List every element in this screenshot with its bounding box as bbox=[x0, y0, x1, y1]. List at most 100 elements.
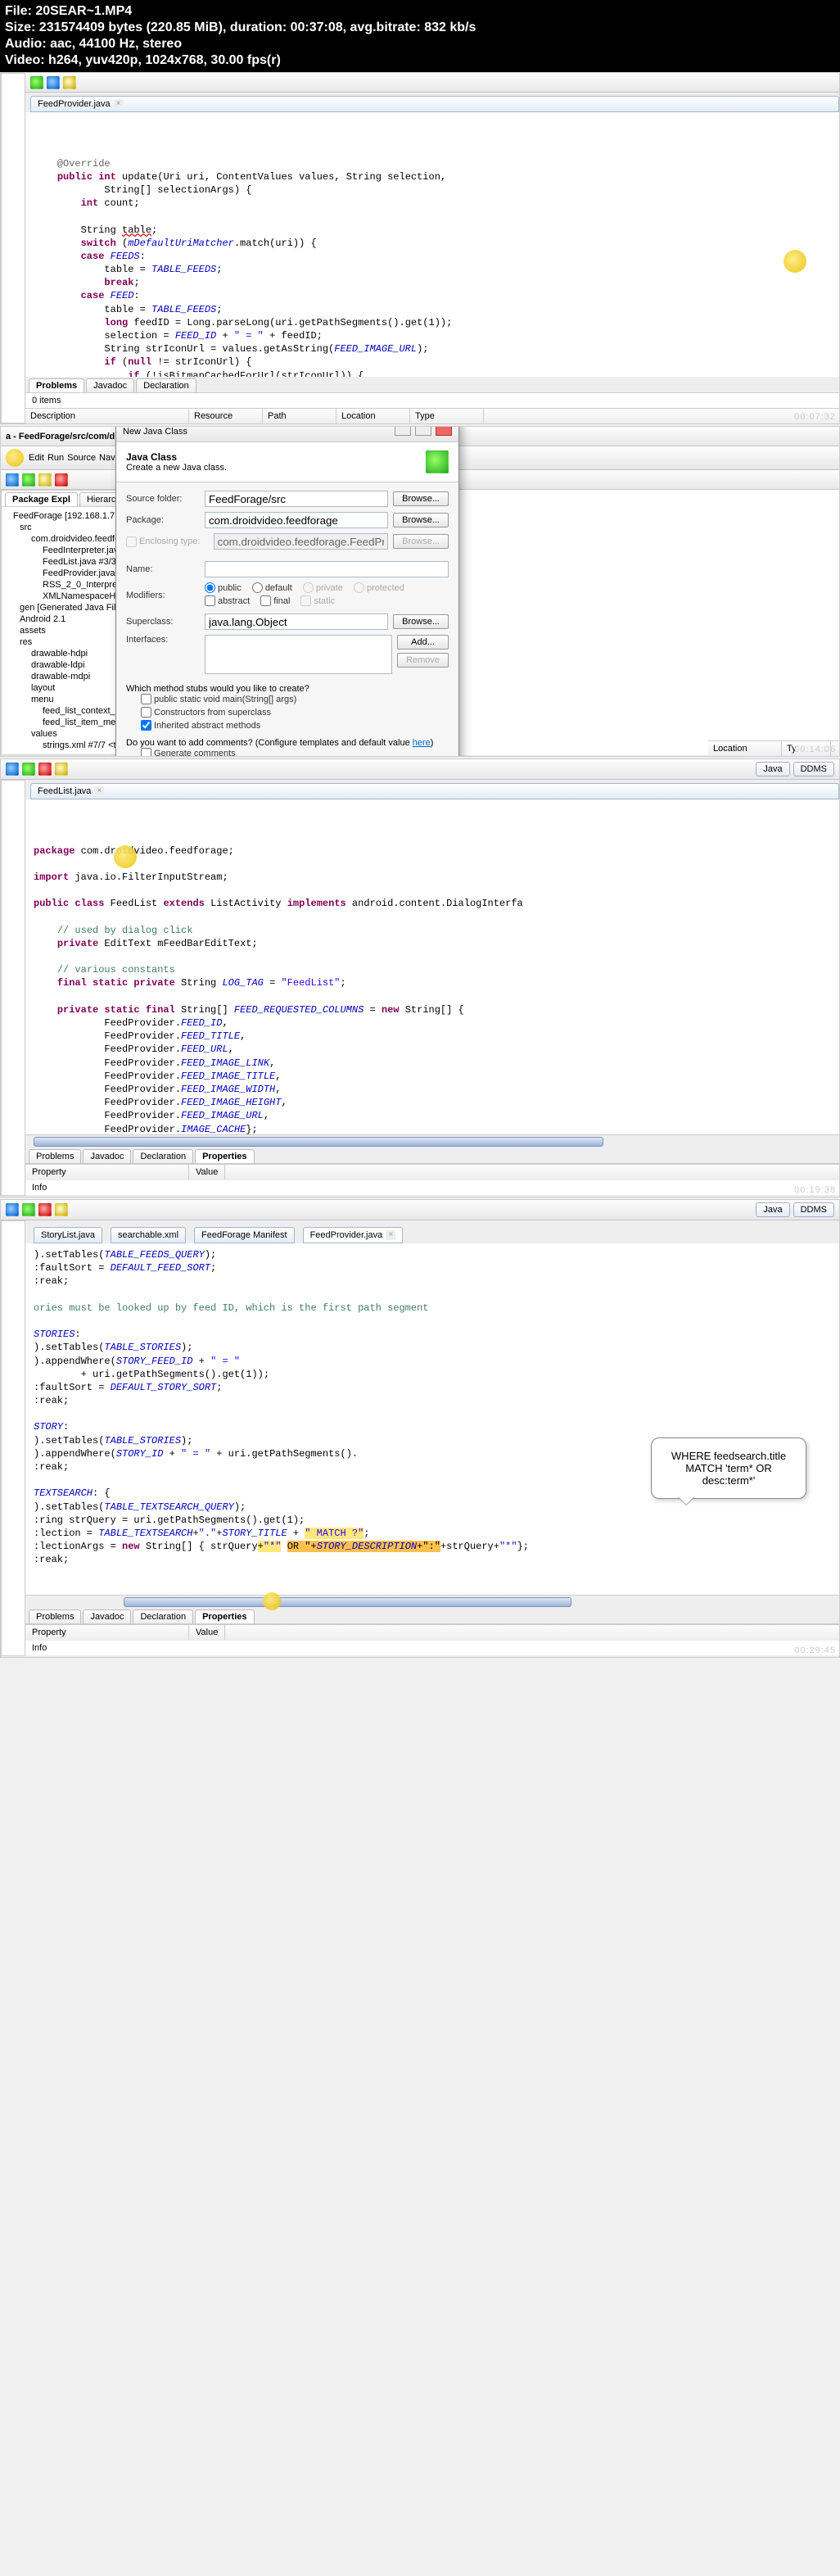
mod-public[interactable]: public bbox=[205, 582, 242, 593]
tab-problems[interactable]: Problems bbox=[29, 1149, 81, 1163]
prop-info[interactable]: Info bbox=[25, 1641, 189, 1655]
properties-view: PropertyValue Info bbox=[25, 1164, 839, 1196]
tab-package-expl[interactable]: Package Expl bbox=[5, 492, 78, 506]
debug-icon[interactable] bbox=[38, 763, 52, 776]
media-size: Size: 231574409 bytes (220.85 MiB), dura… bbox=[5, 20, 835, 36]
browse-package-button[interactable]: Browse... bbox=[393, 513, 449, 527]
mod-default[interactable]: default bbox=[252, 582, 292, 593]
class-name-input[interactable] bbox=[205, 561, 449, 577]
tab-javadoc[interactable]: Javadoc bbox=[86, 378, 134, 392]
debug-icon[interactable] bbox=[38, 1203, 52, 1216]
superclass-input[interactable] bbox=[205, 613, 388, 630]
mod-static: static bbox=[300, 595, 335, 606]
tab-label: FeedProvider.java bbox=[38, 99, 111, 109]
left-gutter-clip bbox=[1, 780, 25, 1196]
editor-tab[interactable]: FeedProvider.java × bbox=[30, 96, 839, 112]
mod-protected: protected bbox=[354, 582, 404, 593]
new-icon[interactable] bbox=[63, 76, 76, 89]
video-timestamp: 00:19:38 bbox=[794, 1185, 836, 1195]
tab-problems[interactable]: Problems bbox=[29, 1609, 81, 1623]
run-icon[interactable] bbox=[22, 763, 35, 776]
menu-edit[interactable]: Edit bbox=[29, 453, 44, 463]
frame-1: FeedProvider.java × @Override public int… bbox=[0, 72, 840, 424]
bottom-tabs: Problems Javadoc Declaration Properties bbox=[25, 1148, 839, 1164]
video-timestamp: 00:07:32 bbox=[794, 412, 836, 422]
close-icon[interactable]: × bbox=[114, 99, 124, 109]
build-icon[interactable] bbox=[55, 763, 68, 776]
mod-abstract[interactable]: abstract bbox=[205, 595, 250, 606]
enclosing-type-check[interactable]: Enclosing type: bbox=[126, 536, 201, 547]
editor-tabs: StoryList.java searchable.xml FeedForage… bbox=[25, 1220, 839, 1243]
media-file: File: 20SEAR~1.MP4 bbox=[5, 3, 835, 20]
stub-main[interactable]: public static void main(String[] args) bbox=[141, 694, 296, 704]
perspective-java[interactable]: Java bbox=[756, 1202, 789, 1217]
here-link[interactable]: here bbox=[413, 738, 431, 748]
problems-count: 0 items bbox=[25, 393, 839, 408]
tab-problems[interactable]: Problems bbox=[29, 378, 84, 392]
perspective-ddms[interactable]: DDMS bbox=[793, 762, 834, 776]
stub-constructors[interactable]: Constructors from superclass bbox=[141, 707, 271, 718]
perspective-ddms[interactable]: DDMS bbox=[793, 1202, 834, 1217]
browse-source-button[interactable]: Browse... bbox=[393, 491, 449, 506]
tab-properties[interactable]: Properties bbox=[195, 1149, 254, 1163]
menu-run[interactable]: Run bbox=[47, 453, 64, 463]
left-gutter-clip bbox=[1, 73, 25, 423]
add-interface-button[interactable]: Add... bbox=[397, 635, 449, 650]
editor-body[interactable]: ).setTables(TABLE_FEEDS_QUERY);:faultSor… bbox=[25, 1243, 839, 1595]
editor-body[interactable]: @Override public int update(Uri uri, Con… bbox=[25, 112, 839, 377]
frame-2: a - FeedForage/src/com/droidvideo/f Edit… bbox=[0, 426, 840, 757]
bottom-tabs: Problems Javadoc Declaration bbox=[25, 377, 839, 393]
print-icon[interactable] bbox=[38, 473, 52, 487]
stub-inherited[interactable]: Inherited abstract methods bbox=[141, 720, 260, 731]
h-scrollbar[interactable] bbox=[25, 1595, 839, 1608]
close-button[interactable] bbox=[436, 426, 452, 436]
enclosing-type-input bbox=[214, 533, 389, 550]
mod-final[interactable]: final bbox=[260, 595, 290, 606]
generate-comments[interactable]: Generate comments bbox=[141, 748, 236, 757]
class-icon bbox=[426, 450, 449, 473]
main-toolbar: Java DDMS bbox=[1, 1200, 839, 1220]
editor-tab[interactable]: StoryList.java bbox=[34, 1227, 102, 1243]
run-icon[interactable] bbox=[30, 76, 43, 89]
remove-interface-button: Remove bbox=[397, 653, 449, 668]
debug-icon[interactable] bbox=[47, 76, 60, 89]
perspective-java[interactable]: Java bbox=[756, 762, 789, 776]
tab-properties[interactable]: Properties bbox=[195, 1609, 254, 1623]
editor-tab[interactable]: FeedForage Manifest bbox=[194, 1227, 295, 1243]
stubs-question: Which method stubs would you like to cre… bbox=[126, 684, 449, 694]
video-timestamp: 00:14:06 bbox=[794, 745, 836, 754]
maximize-button[interactable] bbox=[415, 426, 431, 436]
build-icon[interactable] bbox=[55, 1203, 68, 1216]
editor-tab-active[interactable]: FeedProvider.java× bbox=[303, 1227, 404, 1243]
close-icon[interactable]: × bbox=[386, 1230, 395, 1240]
tab-declaration[interactable]: Declaration bbox=[133, 1609, 193, 1623]
browse-super-button[interactable]: Browse... bbox=[393, 614, 449, 629]
package-input[interactable] bbox=[205, 512, 388, 528]
interfaces-list[interactable] bbox=[205, 635, 392, 674]
new-icon[interactable] bbox=[6, 1203, 19, 1216]
source-folder-input[interactable] bbox=[205, 491, 388, 507]
new-project-icon[interactable] bbox=[6, 473, 19, 487]
new-icon[interactable] bbox=[6, 763, 19, 776]
mod-private: private bbox=[303, 582, 343, 593]
video-timestamp: 00:29:45 bbox=[794, 1646, 836, 1655]
frame-4: Java DDMS StoryList.java searchable.xml … bbox=[0, 1199, 840, 1658]
tab-declaration[interactable]: Declaration bbox=[133, 1149, 193, 1163]
tab-declaration[interactable]: Declaration bbox=[136, 378, 196, 392]
close-icon[interactable]: × bbox=[94, 786, 104, 796]
editor-body[interactable]: package com.droidvideo.feedforage; impor… bbox=[25, 799, 839, 1134]
editor-tab[interactable]: searchable.xml bbox=[111, 1227, 186, 1243]
stop-icon[interactable] bbox=[55, 473, 68, 487]
media-info-overlay: File: 20SEAR~1.MP4 Size: 231574409 bytes… bbox=[0, 0, 840, 72]
tab-javadoc[interactable]: Javadoc bbox=[83, 1149, 131, 1163]
prop-info[interactable]: Info bbox=[25, 1180, 189, 1195]
annotation-balloon: WHERE feedsearch.title MATCH 'term* OR d… bbox=[651, 1437, 806, 1499]
h-scrollbar[interactable] bbox=[25, 1134, 839, 1148]
tab-javadoc[interactable]: Javadoc bbox=[83, 1609, 131, 1623]
minimize-button[interactable] bbox=[395, 426, 411, 436]
comments-question: Do you want to add comments? (Configure … bbox=[126, 738, 449, 748]
menu-source[interactable]: Source bbox=[67, 453, 96, 463]
editor-tab[interactable]: FeedList.java × bbox=[30, 783, 839, 799]
run-icon[interactable] bbox=[22, 1203, 35, 1216]
save-icon[interactable] bbox=[22, 473, 35, 487]
